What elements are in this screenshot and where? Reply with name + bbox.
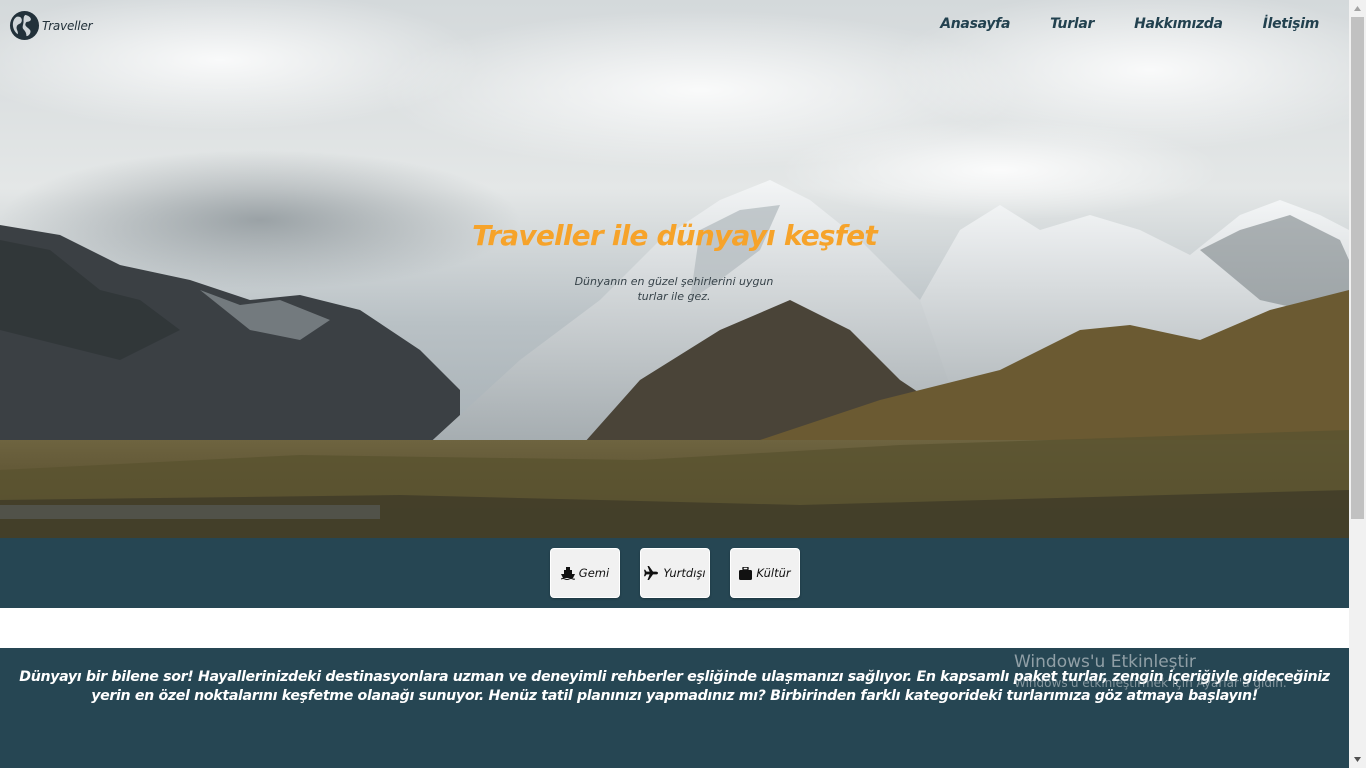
hero-subtitle-line-1: Dünyanın en güzel şehirlerini uygun bbox=[574, 275, 774, 288]
nav-link-hakkimizda[interactable]: Hakkımızda bbox=[1134, 16, 1223, 32]
hero-subtitle-line-2: turlar ile gez. bbox=[637, 290, 711, 303]
hero-section: Traveller Anasayfa Turlar Hakkımızda İle… bbox=[0, 0, 1349, 538]
plane-icon bbox=[644, 566, 659, 580]
mountain-landscape-image bbox=[0, 0, 1349, 538]
ship-icon bbox=[560, 566, 575, 580]
section-spacer bbox=[0, 608, 1349, 648]
category-button-yurtdisi[interactable]: Yurtdışı bbox=[640, 548, 710, 598]
windows-activation-title: Windows'u Etkinleştir bbox=[1014, 652, 1196, 672]
category-label: Kültür bbox=[756, 566, 791, 580]
nav-link-turlar[interactable]: Turlar bbox=[1050, 16, 1094, 32]
page-scrollbar[interactable] bbox=[1349, 0, 1366, 768]
brand-logo[interactable]: Traveller bbox=[9, 10, 93, 41]
globe-icon bbox=[9, 10, 40, 41]
category-label: Gemi bbox=[578, 566, 610, 580]
main-navigation: Anasayfa Turlar Hakkımızda İletişim bbox=[940, 16, 1319, 32]
nav-link-iletisim[interactable]: İletişim bbox=[1263, 16, 1320, 32]
category-button-kultur[interactable]: Kültür bbox=[730, 548, 800, 598]
scroll-down-arrow-icon[interactable] bbox=[1349, 751, 1366, 768]
hero-title: Traveller ile dünyayı keşfet bbox=[472, 219, 878, 252]
hero-subtitle: Dünyanın en güzel şehirlerini uygun turl… bbox=[574, 274, 774, 304]
windows-activation-subtitle: Windows'u etkinleştirmek için Ayarlar'a … bbox=[1014, 676, 1287, 690]
category-band: Gemi Yurtdışı Kültür bbox=[0, 538, 1349, 608]
category-label: Yurtdışı bbox=[663, 566, 706, 580]
suitcase-icon bbox=[739, 566, 753, 580]
nav-link-anasayfa[interactable]: Anasayfa bbox=[940, 16, 1010, 32]
category-button-gemi[interactable]: Gemi bbox=[550, 548, 620, 598]
scrollbar-thumb[interactable] bbox=[1351, 17, 1364, 519]
scroll-up-arrow-icon[interactable] bbox=[1349, 0, 1366, 17]
brand-name: Traveller bbox=[42, 18, 93, 33]
